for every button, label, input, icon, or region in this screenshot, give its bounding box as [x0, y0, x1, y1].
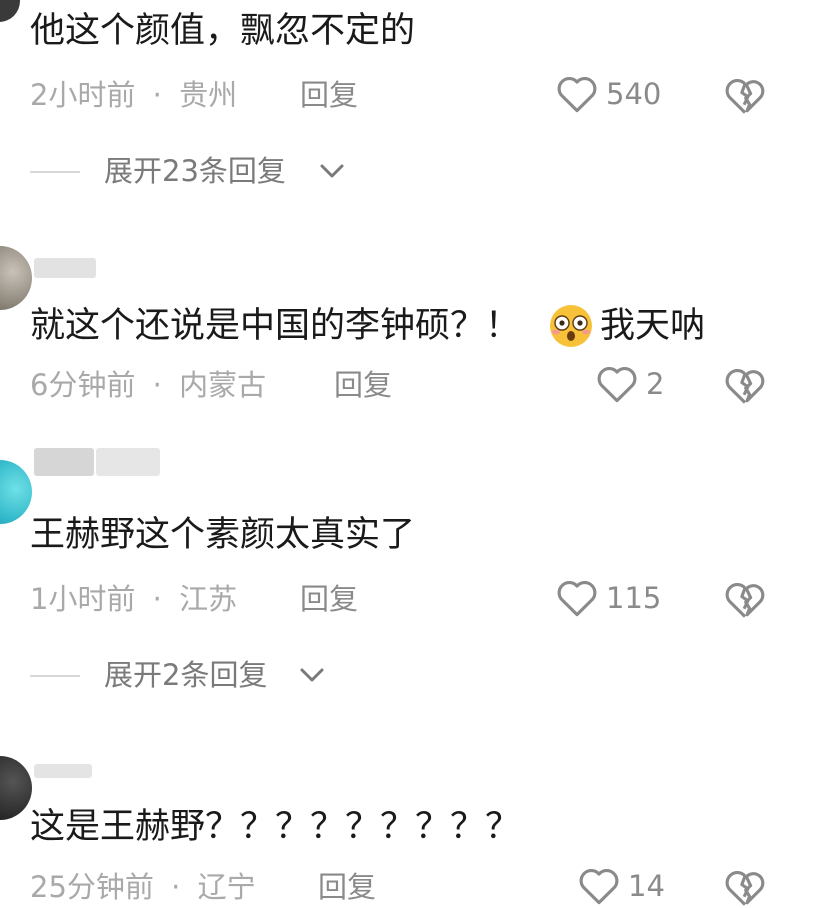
- heart-outline-icon: [557, 77, 597, 113]
- comment-time: 2小时前: [30, 78, 136, 112]
- comment-body: 就这个还说是中国的李钟硕？！: [30, 306, 521, 346]
- like-button[interactable]: 540: [556, 74, 661, 114]
- broken-heart-icon[interactable]: [724, 366, 766, 406]
- meta-separator: ·: [171, 870, 181, 904]
- comment-meta: 25分钟前 · 辽宁: [30, 870, 256, 904]
- comment-meta: 6分钟前 · 内蒙古: [30, 368, 266, 402]
- like-count: 2: [646, 367, 665, 401]
- like-button[interactable]: 2: [596, 364, 664, 404]
- flushed-face-emoji: [550, 305, 593, 347]
- meta-separator: ·: [152, 368, 162, 402]
- like-count: 115: [606, 581, 662, 615]
- comment-text: 这是王赫野？？？？？？？？？: [30, 807, 521, 847]
- broken-heart-icon[interactable]: [724, 868, 766, 908]
- avatar[interactable]: [0, 246, 32, 310]
- meta-separator: ·: [152, 78, 162, 112]
- expand-divider: [30, 171, 80, 173]
- reply-button[interactable]: 回复: [318, 870, 376, 904]
- comment-time: 6分钟前: [30, 368, 136, 402]
- heart-outline-icon: [557, 581, 597, 617]
- like-button[interactable]: 14: [578, 866, 665, 906]
- expand-replies-label[interactable]: 展开23条回复: [104, 154, 286, 188]
- comment-text: 王赫野这个素颜太真实了: [30, 515, 416, 555]
- avatar[interactable]: [0, 0, 20, 22]
- comment-text: 就这个还说是中国的李钟硕？！ 我天呐: [30, 303, 705, 349]
- reply-button[interactable]: 回复: [300, 582, 358, 616]
- comment-location: 贵州: [179, 78, 238, 112]
- username-blurred[interactable]: [34, 448, 94, 476]
- comment-meta: 2小时前 · 贵州: [30, 78, 237, 112]
- avatar[interactable]: [0, 460, 32, 524]
- chevron-down-icon: [300, 668, 324, 682]
- username-blurred[interactable]: [96, 448, 160, 476]
- like-button[interactable]: 115: [556, 578, 661, 618]
- comment-location: 内蒙古: [179, 368, 267, 402]
- comment-suffix: 我天呐: [600, 306, 706, 346]
- heart-outline-icon: [579, 869, 619, 905]
- username-blurred[interactable]: [34, 764, 92, 778]
- expand-replies-label[interactable]: 展开2条回复: [104, 658, 267, 692]
- username-blurred[interactable]: [34, 258, 96, 278]
- reply-button[interactable]: 回复: [300, 78, 358, 112]
- comment-time: 25分钟前: [30, 870, 154, 904]
- reply-button[interactable]: 回复: [334, 368, 392, 402]
- meta-separator: ·: [152, 582, 162, 616]
- like-count: 14: [628, 869, 665, 903]
- comment-text: 他这个颜值，飘忽不定的: [30, 11, 416, 51]
- comment-time: 1小时前: [30, 582, 136, 616]
- comment-meta: 1小时前 · 江苏: [30, 582, 237, 616]
- broken-heart-icon[interactable]: [724, 580, 766, 620]
- broken-heart-icon[interactable]: [724, 76, 766, 116]
- like-count: 540: [606, 77, 662, 111]
- expand-divider: [30, 675, 80, 677]
- comment-location: 江苏: [179, 582, 238, 616]
- chevron-down-icon: [320, 164, 344, 178]
- heart-outline-icon: [597, 367, 637, 403]
- avatar[interactable]: [0, 756, 32, 820]
- comment-location: 辽宁: [197, 870, 256, 904]
